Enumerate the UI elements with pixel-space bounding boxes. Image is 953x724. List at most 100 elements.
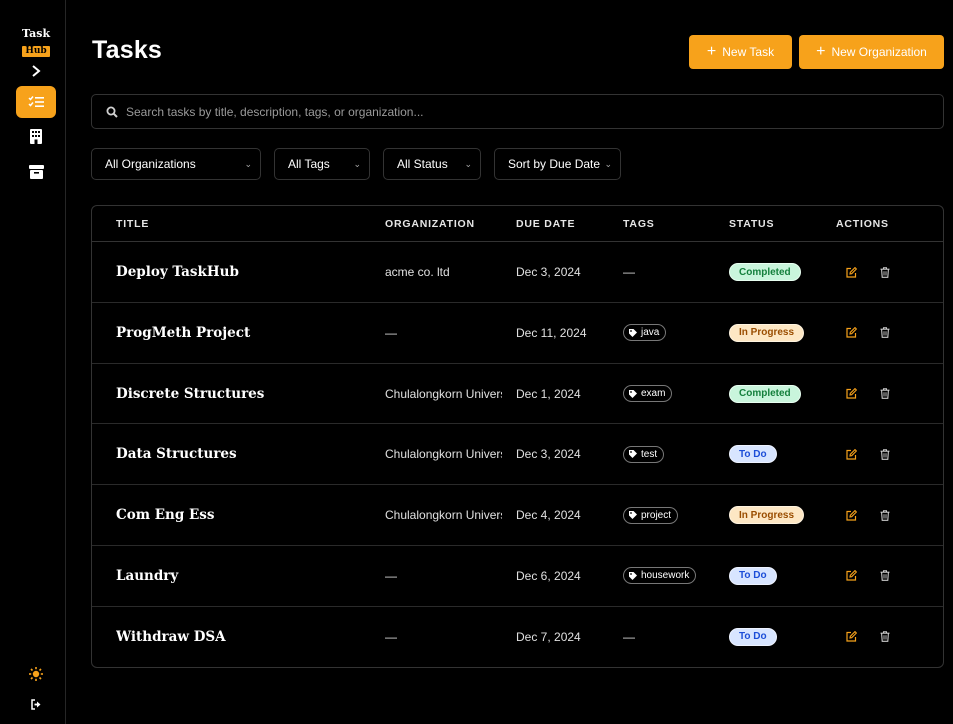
task-status: To Do bbox=[729, 546, 829, 606]
tag-chip[interactable]: java bbox=[623, 324, 667, 342]
table-row[interactable]: Discrete Structures Chulalongkorn Univers… bbox=[92, 364, 943, 425]
theme-toggle-button[interactable] bbox=[16, 658, 56, 690]
tag-label: java bbox=[641, 327, 660, 339]
delete-button[interactable] bbox=[878, 326, 892, 340]
task-actions bbox=[844, 424, 914, 484]
header-actions: ACTIONS bbox=[836, 218, 889, 230]
sort-select[interactable]: Sort by Due Date ⌄ bbox=[494, 148, 621, 180]
delete-button[interactable] bbox=[878, 265, 892, 279]
task-tags: java bbox=[623, 303, 723, 363]
header-title: TITLE bbox=[116, 218, 150, 230]
status-badge[interactable]: To Do bbox=[729, 627, 777, 646]
task-due-date: Dec 11, 2024 bbox=[516, 325, 587, 340]
search-bar bbox=[91, 94, 944, 129]
task-status: Completed bbox=[729, 242, 829, 302]
delete-button[interactable] bbox=[878, 508, 892, 522]
organization-filter-select[interactable]: All Organizations ⌄ bbox=[91, 148, 261, 180]
table-header: TITLE ORGANIZATION DUE DATE TAGS STATUS … bbox=[92, 206, 943, 242]
trash-icon bbox=[880, 449, 890, 460]
status-badge[interactable]: To Do bbox=[729, 566, 777, 585]
sun-icon bbox=[29, 667, 43, 681]
tag-chip[interactable]: exam bbox=[623, 385, 673, 403]
table-row[interactable]: Data Structures Chulalongkorn Univers Dec … bbox=[92, 424, 943, 486]
task-title[interactable]: ProgMeth Project bbox=[116, 303, 376, 363]
task-title[interactable]: Data Structures bbox=[116, 424, 376, 484]
tag-label: project bbox=[641, 509, 672, 521]
task-title[interactable]: Com Eng Ess bbox=[116, 485, 376, 545]
tag-label: exam bbox=[641, 388, 666, 400]
header-organization: ORGANIZATION bbox=[385, 218, 475, 230]
delete-button[interactable] bbox=[878, 569, 892, 583]
task-title[interactable]: Deploy TaskHub bbox=[116, 242, 376, 302]
status-filter-value: All Status bbox=[397, 157, 448, 171]
status-badge[interactable]: In Progress bbox=[729, 506, 805, 525]
status-badge[interactable]: In Progress bbox=[729, 323, 805, 342]
task-title[interactable]: Laundry bbox=[116, 546, 376, 606]
edit-button[interactable] bbox=[844, 326, 858, 340]
new-organization-button[interactable]: + New Organization bbox=[799, 35, 944, 69]
organization-filter-value: All Organizations bbox=[105, 157, 196, 171]
logout-button[interactable] bbox=[16, 688, 56, 720]
sidebar-item-archive[interactable] bbox=[16, 156, 56, 188]
edit-button[interactable] bbox=[844, 387, 858, 401]
chevron-down-icon: ⌄ bbox=[464, 158, 472, 169]
task-due-date: Dec 7, 2024 bbox=[516, 629, 581, 644]
expand-sidebar-button[interactable] bbox=[27, 62, 45, 80]
logo-text-hub: Hub bbox=[22, 46, 50, 57]
table-row[interactable]: Laundry — Dec 6, 2024 housework To Do bbox=[92, 546, 943, 607]
table-row[interactable]: Withdraw DSA — Dec 7, 2024 — To Do bbox=[92, 607, 943, 667]
task-title[interactable]: Discrete Structures bbox=[116, 364, 376, 424]
search-input[interactable] bbox=[126, 104, 906, 119]
task-tags: test bbox=[623, 424, 723, 484]
new-task-label: New Task bbox=[722, 45, 775, 59]
page-title: Tasks bbox=[92, 36, 163, 64]
status-badge[interactable]: To Do bbox=[729, 445, 777, 464]
sidebar-item-organizations[interactable] bbox=[16, 120, 56, 152]
sidebar-item-tasks[interactable] bbox=[16, 86, 56, 118]
trash-icon bbox=[880, 631, 890, 643]
table-row[interactable]: Deploy TaskHub acme co. ltd Dec 3, 2024 — Co… bbox=[92, 242, 943, 303]
delete-button[interactable] bbox=[878, 630, 892, 644]
task-status: In Progress bbox=[729, 485, 829, 545]
delete-button[interactable] bbox=[878, 447, 892, 461]
new-task-button[interactable]: + New Task bbox=[689, 35, 792, 69]
delete-button[interactable] bbox=[878, 387, 892, 401]
edit-button[interactable] bbox=[844, 447, 858, 461]
task-tags: housework bbox=[623, 546, 723, 606]
status-badge[interactable]: Completed bbox=[729, 384, 801, 403]
table-row[interactable]: ProgMeth Project — Dec 11, 2024 java In Prog… bbox=[92, 303, 943, 364]
task-title[interactable]: Withdraw DSA bbox=[116, 607, 376, 667]
task-actions bbox=[844, 607, 914, 667]
building-icon bbox=[30, 128, 42, 144]
table-row[interactable]: Com Eng Ess Chulalongkorn Univers Dec 4, 2… bbox=[92, 485, 943, 546]
edit-icon bbox=[845, 570, 857, 582]
edit-icon bbox=[845, 327, 857, 338]
task-due-date: Dec 6, 2024 bbox=[516, 568, 581, 583]
task-tags: project bbox=[623, 485, 723, 545]
tag-chip[interactable]: test bbox=[623, 445, 665, 463]
edit-icon bbox=[845, 631, 857, 642]
status-filter-select[interactable]: All Status ⌄ bbox=[383, 148, 481, 180]
edit-button[interactable] bbox=[844, 630, 858, 644]
edit-button[interactable] bbox=[844, 508, 858, 522]
tags-filter-select[interactable]: All Tags ⌄ bbox=[274, 148, 370, 180]
new-organization-label: New Organization bbox=[831, 45, 927, 59]
edit-button[interactable] bbox=[844, 569, 858, 583]
trash-icon bbox=[880, 388, 890, 399]
trash-icon bbox=[880, 570, 890, 582]
tag-icon bbox=[629, 450, 637, 459]
status-badge[interactable]: Completed bbox=[729, 263, 801, 281]
task-organization: — bbox=[385, 568, 397, 583]
task-list-icon bbox=[28, 96, 44, 107]
edit-button[interactable] bbox=[844, 265, 858, 279]
chevron-down-icon: ⌄ bbox=[244, 158, 252, 169]
table-body: Deploy TaskHub acme co. ltd Dec 3, 2024 — Co… bbox=[92, 242, 943, 667]
edit-icon bbox=[845, 266, 857, 278]
header-status: STATUS bbox=[729, 218, 775, 230]
task-status: In Progress bbox=[729, 303, 829, 363]
edit-icon bbox=[845, 509, 857, 521]
tag-chip[interactable]: housework bbox=[623, 567, 697, 585]
plus-icon: + bbox=[706, 43, 717, 60]
app-logo[interactable]: Task Hub bbox=[22, 28, 50, 58]
tag-chip[interactable]: project bbox=[623, 506, 679, 524]
